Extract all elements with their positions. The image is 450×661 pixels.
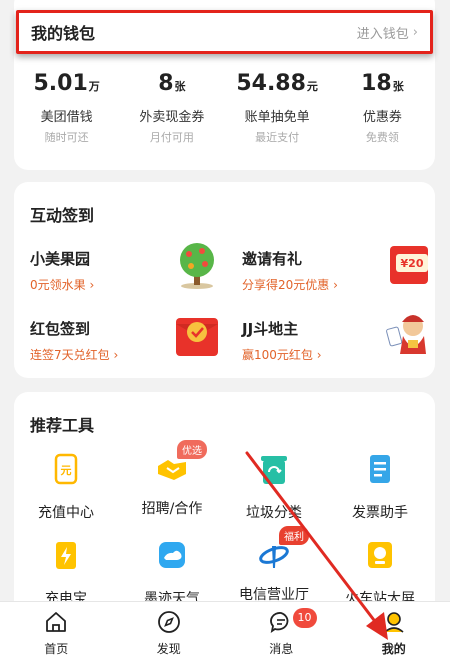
checkin-item-sub: 赢100元红包 › xyxy=(242,348,322,362)
tool-label: 垃圾分类 xyxy=(246,505,302,521)
enter-wallet-link[interactable]: 进入钱包 › xyxy=(357,23,418,42)
stat-sub: 月付可用 xyxy=(149,131,194,144)
tool-label: 充值中心 xyxy=(38,505,94,521)
checkin-item-sub: 分享得20元优惠 › xyxy=(242,278,338,292)
checkin-item-orchard[interactable]: 小美果园 0元领水果 › xyxy=(30,243,230,308)
checkin-item-name: 红包签到 xyxy=(30,320,91,338)
nav-profile[interactable]: 我的 xyxy=(338,602,450,661)
wallet-stat-bill-free[interactable]: 54.88元 账单抽免单 最近支付 xyxy=(225,70,330,145)
stat-unit: 张 xyxy=(392,80,404,93)
checkin-item-sub: 连签7天兑红包 › xyxy=(30,348,119,362)
red-packet-check-icon xyxy=(176,318,218,356)
stat-sub: 免费领 xyxy=(365,131,399,144)
stat-value-row: 54.88元 xyxy=(225,70,330,98)
stat-unit: 万 xyxy=(88,80,100,93)
home-icon xyxy=(46,612,67,632)
tool-label: 招聘/合作 xyxy=(141,501,203,517)
checkin-item-name: 邀请有礼 xyxy=(242,250,303,268)
wallet-header[interactable]: 我的钱包 进入钱包 › xyxy=(16,10,433,54)
tool-recharge[interactable]: 元 充值中心 xyxy=(16,452,116,522)
power-bank-icon xyxy=(56,542,76,569)
checkin-item-sub-text: 分享得20元优惠 xyxy=(242,278,330,292)
checkin-item-sub: 0元领水果 › xyxy=(30,278,95,292)
envelope-amount: ¥20 xyxy=(401,257,424,270)
wallet-title: 我的钱包 xyxy=(31,24,96,43)
tool-trash-sort[interactable]: 垃圾分类 xyxy=(224,452,324,522)
nav-discover[interactable]: 发现 xyxy=(113,602,226,661)
tool-power-bank[interactable]: 充电宝 xyxy=(16,538,116,608)
stat-value: 5.01 xyxy=(33,71,88,96)
wallet-stat-loan[interactable]: 5.01万 美团借钱 随时可还 xyxy=(14,70,119,145)
enter-wallet-label: 进入钱包 xyxy=(356,26,409,42)
tool-train-screen[interactable]: 火车站大屏 xyxy=(330,538,430,608)
checkin-item-sub-text: 连签7天兑红包 xyxy=(30,348,110,362)
checkin-item-name: 小美果园 xyxy=(30,250,91,268)
stat-value: 8 xyxy=(158,71,174,96)
stat-label: 美团借钱 xyxy=(40,110,93,125)
recommended-tag: 优选 xyxy=(177,440,207,459)
nav-home[interactable]: 首页 xyxy=(0,602,113,661)
stat-label: 优惠券 xyxy=(362,110,402,125)
stat-value-row: 8张 xyxy=(119,70,224,98)
stat-unit: 张 xyxy=(174,80,186,93)
tool-weather[interactable]: 墨迹天气 xyxy=(122,538,222,608)
red-envelope-20-icon: ¥20 xyxy=(390,246,428,284)
section-title: 互动签到 xyxy=(30,206,95,225)
checkin-item-redpacket[interactable]: 红包签到 连签7天兑红包 › xyxy=(30,318,230,378)
tool-invoice[interactable]: 发票助手 xyxy=(330,452,430,522)
wallet-stats: 5.01万 美团借钱 随时可还 8张 外卖现金券 月付可用 54.88元 账单抽… xyxy=(14,70,435,145)
nav-label: 发现 xyxy=(156,642,181,656)
wallet-card: 我的钱包 进入钱包 › 5.01万 美团借钱 随时可还 8张 外卖现金券 月付可… xyxy=(14,0,435,170)
message-count-badge: 10 xyxy=(292,608,317,628)
card-game-character-icon xyxy=(386,315,426,354)
nav-label: 我的 xyxy=(381,642,406,656)
message-icon xyxy=(270,612,289,633)
tool-icon-wrap: 福利 xyxy=(257,526,309,572)
section-title: 推荐工具 xyxy=(30,416,95,435)
chevron-right-icon: › xyxy=(412,24,418,40)
stat-unit: 元 xyxy=(306,80,318,93)
bottom-nav: 首页 发现 10 消息 我的 xyxy=(0,601,450,661)
profile-icon xyxy=(384,612,404,633)
stat-value: 18 xyxy=(361,71,392,96)
checkin-item-sub-text: 赢100元红包 xyxy=(242,348,313,362)
train-screen-icon xyxy=(368,542,392,568)
checkin-item-jj-game[interactable]: JJ斗地主 赢100元红包 › xyxy=(242,315,442,378)
wallet-stat-coupons-delivery[interactable]: 8张 外卖现金券 月付可用 xyxy=(119,70,224,145)
weather-icon xyxy=(159,542,185,568)
checkin-item-invite[interactable]: 邀请有礼 分享得20元优惠 › ¥20 xyxy=(242,246,442,308)
fruit-tree-icon xyxy=(180,243,214,289)
nav-label: 消息 xyxy=(269,642,294,656)
stat-sub: 最近支付 xyxy=(255,131,300,144)
nav-label: 首页 xyxy=(44,642,69,656)
recharge-icon: 元 xyxy=(54,453,78,485)
stat-sub: 随时可还 xyxy=(44,131,89,144)
checkin-item-sub-text: 0元领水果 xyxy=(30,278,86,292)
trash-bin-icon xyxy=(261,456,287,484)
nav-messages[interactable]: 10 消息 xyxy=(225,602,338,661)
stat-label: 账单抽免单 xyxy=(244,110,310,125)
checkin-card: 互动签到 小美果园 0元领水果 › 邀请有礼 分享得20元优惠 › ¥20 红包… xyxy=(14,182,435,378)
invoice-icon xyxy=(370,455,390,483)
recharge-glyph: 元 xyxy=(61,464,72,477)
tool-telecom[interactable]: 福利 电信营业厅 xyxy=(224,526,324,604)
wallet-stat-coupons[interactable]: 18张 优惠券 免费领 xyxy=(330,70,435,145)
stat-value-row: 18张 xyxy=(330,70,435,98)
stat-value: 54.88 xyxy=(236,71,306,96)
checkin-item-name: JJ斗地主 xyxy=(242,320,299,338)
stat-label: 外卖现金券 xyxy=(139,110,205,125)
stat-value-row: 5.01万 xyxy=(14,70,119,98)
tool-label: 发票助手 xyxy=(352,505,408,521)
compass-icon xyxy=(157,611,180,633)
welfare-tag: 福利 xyxy=(279,526,309,545)
tool-recruit[interactable]: 优选 招聘/合作 xyxy=(122,440,222,518)
tool-icon-wrap: 优选 xyxy=(155,440,207,486)
